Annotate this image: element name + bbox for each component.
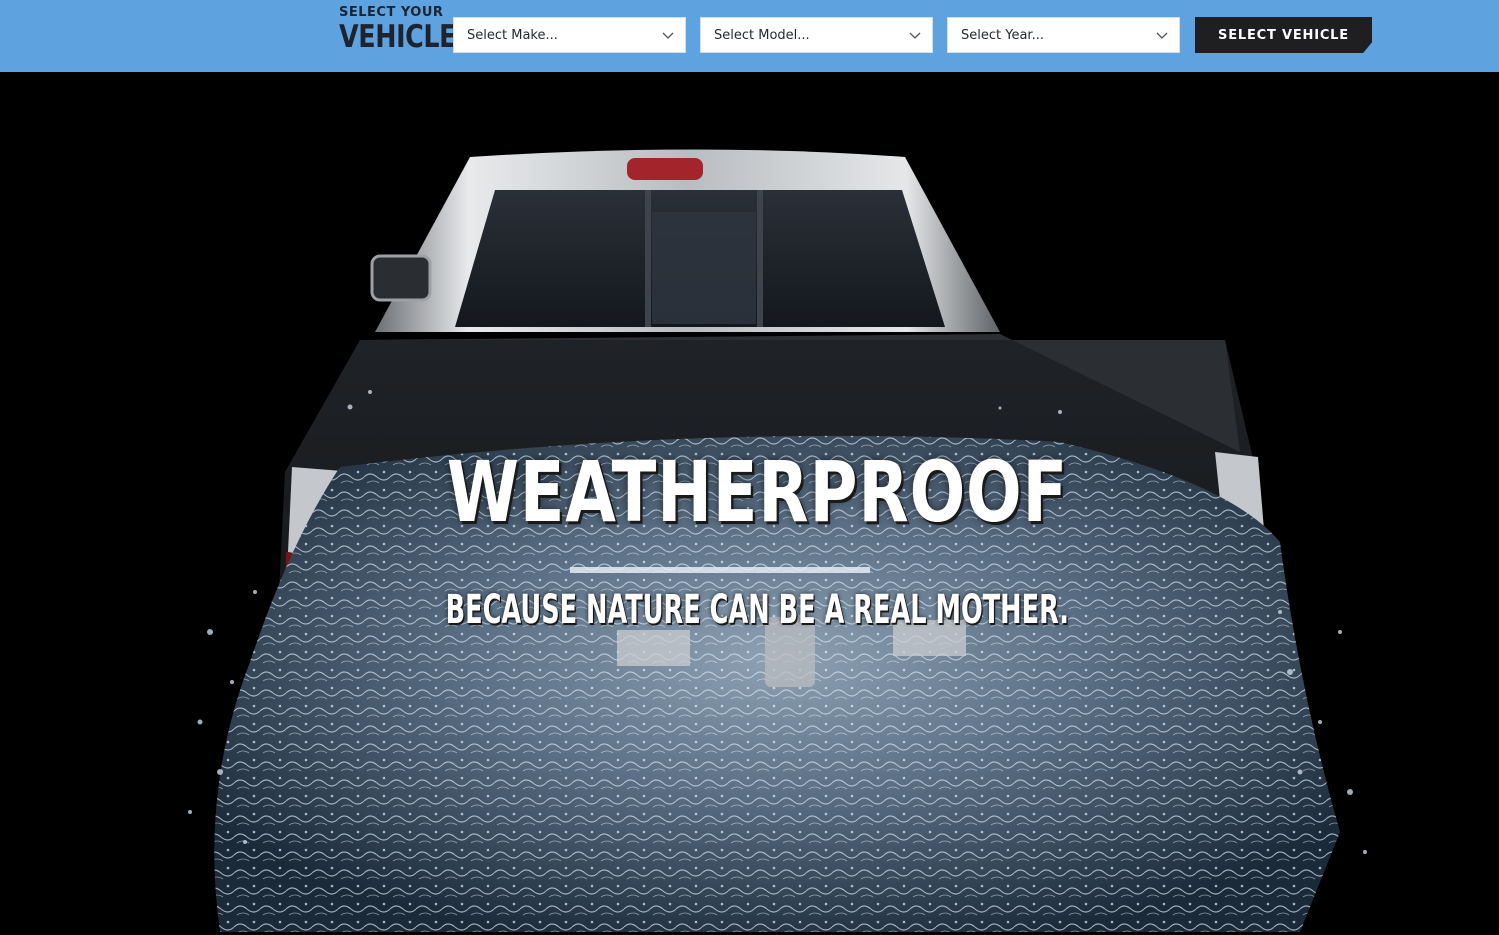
make-select[interactable]: Select Make... — [453, 17, 686, 53]
model-select[interactable]: Select Model... — [700, 17, 933, 53]
select-vehicle-button[interactable]: SELECT VEHICLE — [1195, 17, 1372, 53]
chevron-down-icon — [662, 32, 674, 39]
vehicle-selector-bar: SELECT YOUR VEHICLE Select Make... Selec… — [0, 0, 1499, 72]
year-select-label: Select Year... — [961, 27, 1044, 43]
select-your-vehicle-heading: SELECT YOUR VEHICLE — [339, 5, 457, 55]
hero-headline: WEATHERPROOF — [446, 443, 1069, 541]
brand-big-label: VEHICLE — [339, 19, 457, 55]
chevron-down-icon — [909, 32, 921, 39]
hero-subheadline: BECAUSE NATURE CAN BE A REAL MOTHER. — [445, 587, 1070, 633]
hero-banner: WEATHERPROOF BECAUSE NATURE CAN BE A REA… — [0, 72, 1499, 935]
brand-small-label: SELECT YOUR — [339, 5, 444, 20]
year-select[interactable]: Select Year... — [947, 17, 1180, 53]
make-select-label: Select Make... — [467, 27, 558, 43]
chevron-down-icon — [1156, 32, 1168, 39]
model-select-label: Select Model... — [714, 27, 810, 43]
